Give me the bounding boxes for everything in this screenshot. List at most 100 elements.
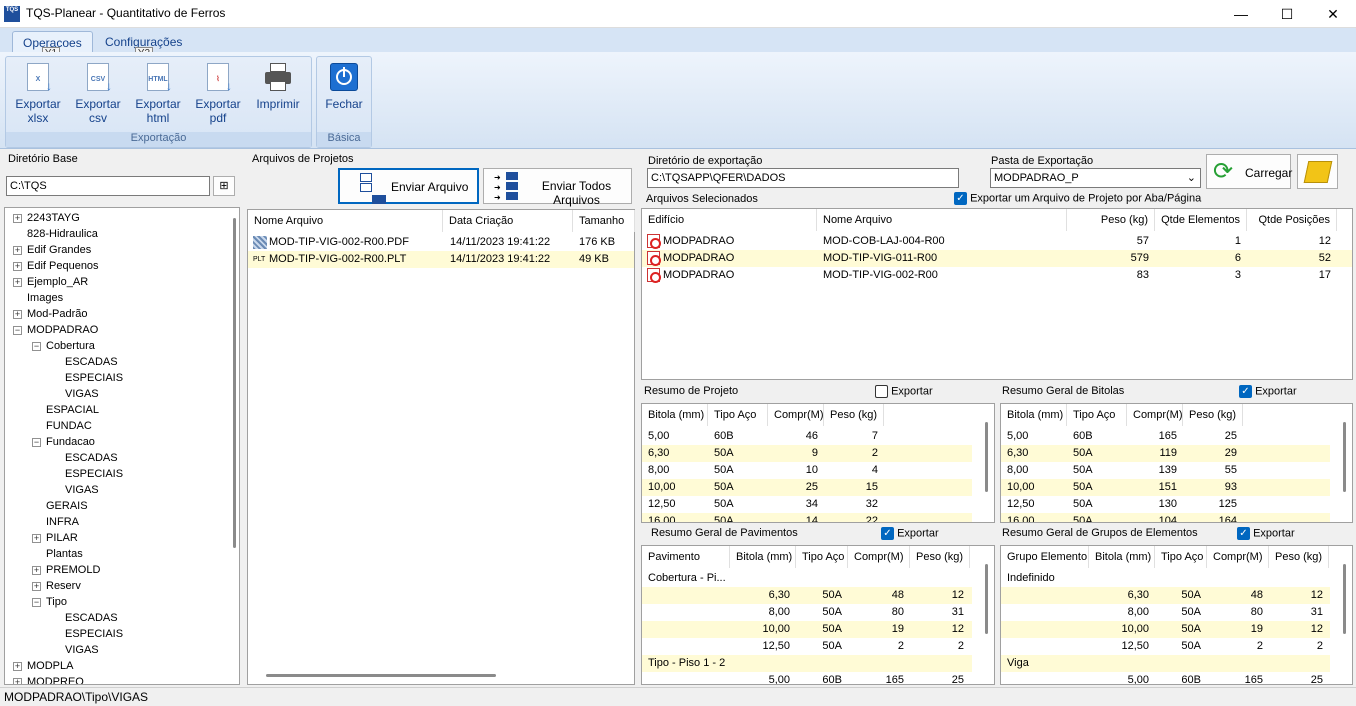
selected-file-row[interactable]: MODPADRAO MOD-TIP-VIG-011-R00 579 6 52 <box>642 250 1352 267</box>
col-header[interactable]: Compr(M) <box>848 546 910 568</box>
tree-item[interactable]: PREMOLD <box>46 562 100 578</box>
vertical-scrollbar[interactable] <box>1343 422 1346 492</box>
export-xlsx-button[interactable]: X ↓ Exportar xlsx <box>9 61 67 131</box>
summary-row[interactable]: 12,50 50A 2 2 <box>1001 638 1330 655</box>
tree-item[interactable]: PILAR <box>46 530 78 546</box>
col-header[interactable]: Compr(M) <box>1127 404 1183 426</box>
summary-row[interactable]: 12,50 50A 34 32 <box>642 496 972 513</box>
summary-row[interactable]: Tipo - Piso 1 - 2 <box>642 655 972 672</box>
group-summary-export-checkbox[interactable]: ✓ Exportar <box>1237 527 1295 540</box>
files-hscrollbar[interactable] <box>266 674 496 677</box>
tree-item[interactable]: GERAIS <box>46 498 88 514</box>
tree-item[interactable]: Edif Pequenos <box>27 258 99 274</box>
export-csv-button[interactable]: CSV ↓ Exportar csv <box>69 61 127 131</box>
expand-icon[interactable]: + <box>32 566 41 575</box>
col-header[interactable]: Peso (kg) <box>1269 546 1329 568</box>
selected-file-row[interactable]: MODPADRAO MOD-TIP-VIG-002-R00 83 3 17 <box>642 267 1352 284</box>
col-peso[interactable]: Peso (kg) <box>1067 209 1155 231</box>
browse-folder-button[interactable]: ⊞ <box>213 176 235 196</box>
maximize-button[interactable]: ☐ <box>1264 0 1310 28</box>
summary-row[interactable]: 5,00 60B 46 7 <box>642 428 972 445</box>
tree-item[interactable]: MODPLA <box>27 658 73 674</box>
project-files-list[interactable]: Nome Arquivo Data Criação Tamanho MOD-TI… <box>247 209 635 685</box>
summary-row[interactable]: 6,30 50A 119 29 <box>1001 445 1330 462</box>
summary-row[interactable]: 6,30 50A 48 12 <box>1001 587 1330 604</box>
tree-item[interactable]: ESCADAS <box>65 354 118 370</box>
col-data-criacao[interactable]: Data Criação <box>443 210 573 232</box>
col-header[interactable]: Bitola (mm) <box>642 404 708 426</box>
export-dir-input[interactable]: C:\TQSAPP\QFER\DADOS <box>647 168 959 188</box>
col-header[interactable]: Tipo Aço <box>1067 404 1127 426</box>
tree-item[interactable]: ESPECIAIS <box>65 626 123 642</box>
col-header[interactable]: Grupo Elemento <box>1001 546 1089 568</box>
summary-row[interactable]: 5,00 60B 165 25 <box>642 672 972 684</box>
tree-item[interactable]: Fundacao <box>46 434 95 450</box>
summary-row[interactable]: 12,50 50A 2 2 <box>642 638 972 655</box>
summary-row[interactable]: 10,00 50A 25 15 <box>642 479 972 496</box>
tree-item[interactable]: Reserv <box>46 578 81 594</box>
expand-icon[interactable]: + <box>32 582 41 591</box>
carregar-button[interactable]: ⟳ Carregar <box>1206 154 1292 189</box>
floor-summary-table[interactable]: Pavimento Bitola (mm) Tipo Aço Compr(M) Peso… <box>641 545 995 685</box>
col-header[interactable]: Peso (kg) <box>824 404 884 426</box>
expand-icon[interactable]: + <box>13 278 22 287</box>
col-header[interactable]: Tipo Aço <box>796 546 848 568</box>
tree-scrollbar[interactable] <box>233 218 236 548</box>
expand-icon[interactable]: + <box>13 246 22 255</box>
tree-item[interactable]: Edif Grandes <box>27 242 91 258</box>
tree-item[interactable]: 2243TAYG <box>27 210 80 226</box>
tree-item[interactable]: FUNDAC <box>46 418 92 434</box>
tree-item[interactable]: Ejemplo_AR <box>27 274 88 290</box>
vertical-scrollbar[interactable] <box>985 564 988 634</box>
expand-icon[interactable]: + <box>13 310 22 319</box>
export-pdf-button[interactable]: ⌇ ↓ Exportar pdf <box>189 61 247 131</box>
summary-row[interactable]: 16,00 50A 104 164 <box>1001 513 1330 522</box>
summary-row[interactable]: 5,00 60B 165 25 <box>1001 672 1330 684</box>
col-tamanho[interactable]: Tamanho <box>573 210 635 232</box>
collapse-icon[interactable]: − <box>32 598 41 607</box>
tree-item[interactable]: Images <box>27 290 63 306</box>
selected-files-table[interactable]: Edifício Nome Arquivo Peso (kg) Qtde Ele… <box>641 208 1353 380</box>
send-file-button[interactable]: Enviar Arquivo <box>338 168 479 204</box>
tree-item[interactable]: ESPECIAIS <box>65 370 123 386</box>
summary-row[interactable]: 8,00 50A 80 31 <box>642 604 972 621</box>
gauge-summary-table[interactable]: Bitola (mm) Tipo Aço Compr(M) Peso (kg) 5,00… <box>1000 403 1353 523</box>
summary-row[interactable]: 8,00 50A 139 55 <box>1001 462 1330 479</box>
tree-item[interactable]: VIGAS <box>65 482 99 498</box>
col-nome-arquivo[interactable]: Nome Arquivo <box>248 210 443 232</box>
project-summary-export-checkbox[interactable]: Exportar <box>875 385 933 398</box>
tree-item[interactable]: Mod-Padrão <box>27 306 88 322</box>
fechar-button[interactable]: Fechar <box>315 61 373 131</box>
tree-item[interactable]: ESCADAS <box>65 610 118 626</box>
tree-item[interactable]: ESPECIAIS <box>65 466 123 482</box>
vertical-scrollbar[interactable] <box>985 422 988 492</box>
tree-item[interactable]: Plantas <box>46 546 83 562</box>
tree-item[interactable]: Tipo <box>46 594 67 610</box>
vertical-scrollbar[interactable] <box>1343 564 1346 634</box>
summary-row[interactable]: 5,00 60B 165 25 <box>1001 428 1330 445</box>
base-dir-input[interactable]: C:\TQS <box>6 176 210 196</box>
tree-item[interactable]: MODPADRAO <box>27 322 98 338</box>
collapse-icon[interactable]: − <box>32 342 41 351</box>
summary-row[interactable]: 8,00 50A 10 4 <box>642 462 972 479</box>
project-summary-table[interactable]: Bitola (mm) Tipo Aço Compr(M) Peso (kg) 5,00… <box>641 403 995 523</box>
close-window-button[interactable]: ✕ <box>1310 0 1356 28</box>
export-html-button[interactable]: HTML ↓ Exportar html <box>129 61 187 131</box>
print-button[interactable]: Imprimir <box>249 61 307 131</box>
file-row[interactable]: MOD-TIP-VIG-002-R00.PDF 14/11/2023 19:41… <box>248 234 634 251</box>
col-header[interactable]: Peso (kg) <box>910 546 970 568</box>
tree-item[interactable]: 828-Hidraulica <box>27 226 98 242</box>
col-header[interactable]: Bitola (mm) <box>1001 404 1067 426</box>
col-header[interactable]: Compr(M) <box>1207 546 1269 568</box>
send-all-files-button[interactable]: ➜ ➜ ➜ Enviar Todos Arquivos <box>483 168 632 207</box>
summary-row[interactable]: Cobertura - Pi... <box>642 570 972 587</box>
col-header[interactable]: Bitola (mm) <box>730 546 796 568</box>
summary-row[interactable]: 16,00 50A 14 22 <box>642 513 972 522</box>
directory-tree[interactable]: +2243TAYG 828-Hidraulica + Edif Grandes + Edi… <box>4 207 240 685</box>
tree-item[interactable]: Cobertura <box>46 338 95 354</box>
col-qtde-posicoes[interactable]: Qtde Posições <box>1247 209 1337 231</box>
col-header[interactable]: Tipo Aço <box>1155 546 1207 568</box>
summary-row[interactable]: 12,50 50A 130 125 <box>1001 496 1330 513</box>
tree-item[interactable]: INFRA <box>46 514 79 530</box>
col-edificio[interactable]: Edifício <box>642 209 817 231</box>
